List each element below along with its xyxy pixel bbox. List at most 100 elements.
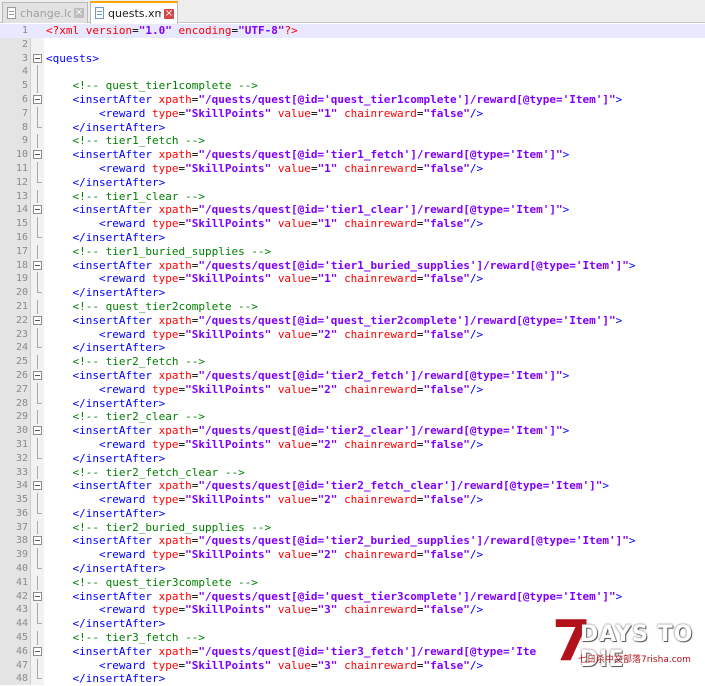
code-line[interactable]: 22 <insertAfter xpath="/quests/quest[@id… (0, 314, 705, 328)
code-line[interactable]: 26 <insertAfter xpath="/quests/quest[@id… (0, 369, 705, 383)
code-line[interactable]: 2 (0, 38, 705, 52)
code-line[interactable]: 5 <!-- quest_tier1complete --> (0, 79, 705, 93)
fold-toggle-icon[interactable] (33, 369, 42, 383)
fold-toggle-icon[interactable] (33, 148, 42, 162)
code-line[interactable]: 24 </insertAfter> (0, 341, 705, 355)
token-attr: type (151, 493, 179, 507)
code-line[interactable]: 42 <insertAfter xpath="/quests/quest[@id… (0, 590, 705, 604)
fold-toggle-icon[interactable] (33, 52, 42, 66)
code-line[interactable]: 17 <!-- tier1_buried_supplies --> (0, 244, 705, 259)
fold-line-icon (33, 520, 42, 535)
code-line[interactable]: 23 <reward type="SkillPoints" value="2" … (0, 327, 705, 342)
code-line[interactable]: 36 </insertAfter> (0, 506, 705, 521)
code-line[interactable]: 16 </insertAfter> (0, 230, 705, 245)
code-line[interactable]: 30 <insertAfter xpath="/quests/quest[@id… (0, 424, 705, 438)
fold-empty (33, 24, 42, 38)
line-number: 34 (15, 480, 28, 492)
token-tag: <reward (98, 161, 152, 175)
code-line[interactable]: 21 <!-- quest_tier2complete --> (0, 299, 705, 314)
fold-end-icon (33, 672, 42, 686)
code-line[interactable]: 33 <!-- tier2_fetch_clear --> (0, 465, 705, 480)
fold-line-icon (33, 493, 42, 507)
close-icon[interactable]: × (74, 8, 84, 18)
fold-toggle-icon[interactable] (33, 645, 42, 659)
code-line[interactable]: 34 <insertAfter xpath="/quests/quest[@id… (0, 479, 705, 493)
code-line[interactable]: 32 </insertAfter> (0, 451, 705, 466)
line-number: 6 (21, 93, 28, 105)
code-line[interactable]: 18 <insertAfter xpath="/quests/quest[@id… (0, 259, 705, 273)
fold-toggle-icon[interactable] (33, 203, 42, 217)
code-line[interactable]: 3 <quests> (0, 52, 705, 66)
code-line[interactable]: 48 </insertAfter> (0, 672, 705, 686)
token-val: "/quests/quest[@id='tier1_fetch']/reward… (198, 148, 563, 162)
token-tag: </insertAfter> (72, 562, 166, 576)
code-line[interactable]: 12 </insertAfter> (0, 175, 705, 190)
token-tag: > (562, 368, 570, 382)
code-line[interactable]: 11 <reward type="SkillPoints" value="1" … (0, 161, 705, 176)
code-lines[interactable]: 1 <?xml version="1.0" encoding="UTF-8"?> 2… (0, 24, 705, 686)
token-val: "SkillPoints" (185, 658, 272, 672)
line-number: 39 (15, 549, 28, 561)
fold-toggle-icon[interactable] (33, 590, 42, 604)
code-line[interactable]: 29 <!-- tier2_clear --> (0, 410, 705, 425)
token-txt: = (416, 603, 424, 617)
line-number: 25 (15, 356, 28, 368)
token-attr: xpath (158, 424, 192, 438)
code-line[interactable]: 38 <insertAfter xpath="/quests/quest[@id… (0, 534, 705, 548)
code-line[interactable]: 10 <insertAfter xpath="/quests/quest[@id… (0, 148, 705, 162)
token-tag: </insertAfter> (72, 617, 166, 631)
token-tag: /> (469, 493, 484, 507)
code-line[interactable]: 28 </insertAfter> (0, 396, 705, 411)
fold-toggle-icon[interactable] (33, 424, 42, 438)
token-val: "false" (423, 272, 470, 286)
fold-toggle-icon[interactable] (33, 259, 42, 273)
tab-change-log[interactable]: change.log × (2, 2, 88, 23)
code-line[interactable]: 13 <!-- tier1_clear --> (0, 189, 705, 204)
token-attr: value (277, 493, 311, 507)
code-line[interactable]: 15 <reward type="SkillPoints" value="1" … (0, 217, 705, 231)
code-line[interactable]: 4 (0, 65, 705, 80)
token-tag: /> (469, 603, 484, 617)
token-com: <!-- tier3_fetch --> (72, 631, 205, 645)
code-line[interactable]: 9 <!-- tier1_fetch --> (0, 134, 705, 149)
file-icon (94, 7, 105, 20)
code-line[interactable]: 40 </insertAfter> (0, 562, 705, 576)
line-number: 22 (15, 314, 28, 326)
code-editor[interactable]: 1 <?xml version="1.0" encoding="UTF-8"?> 2… (0, 24, 705, 685)
code-line[interactable]: 1 <?xml version="1.0" encoding="UTF-8"?> (0, 24, 705, 38)
code-line[interactable]: 19 <reward type="SkillPoints" value="1" … (0, 272, 705, 287)
code-line[interactable]: 35 <reward type="SkillPoints" value="2" … (0, 493, 705, 507)
token-txt: = (310, 437, 318, 451)
code-text: <reward type="SkillPoints" value="1" cha… (46, 217, 483, 231)
code-line[interactable]: 31 <reward type="SkillPoints" value="2" … (0, 437, 705, 452)
token-val: "false" (423, 161, 470, 175)
fold-toggle-icon[interactable] (33, 314, 42, 328)
code-line[interactable]: 41 <!-- quest_tier3complete --> (0, 575, 705, 590)
close-icon[interactable]: × (164, 8, 174, 19)
code-line[interactable]: 14 <insertAfter xpath="/quests/quest[@id… (0, 203, 705, 217)
code-line[interactable]: 39 <reward type="SkillPoints" value="2" … (0, 548, 705, 563)
code-line[interactable]: 37 <!-- tier2_buried_supplies --> (0, 520, 705, 535)
line-number: 21 (15, 300, 28, 312)
code-line[interactable]: 8 </insertAfter> (0, 120, 705, 135)
fold-toggle-icon[interactable] (33, 534, 42, 548)
fold-toggle-icon[interactable] (33, 479, 42, 493)
line-number: 23 (15, 328, 28, 340)
tab-quests-xml[interactable]: quests.xml × (90, 1, 178, 24)
code-line[interactable]: 7 <reward type="SkillPoints" value="1" c… (0, 106, 705, 121)
fold-toggle-icon[interactable] (33, 93, 42, 107)
code-line[interactable]: 6 <insertAfter xpath="/quests/quest[@id=… (0, 93, 705, 107)
token-attr: xpath (158, 534, 192, 548)
code-line[interactable]: 27 <reward type="SkillPoints" value="2" … (0, 382, 705, 397)
code-line[interactable]: 25 <!-- tier2_fetch --> (0, 355, 705, 369)
code-text: <insertAfter xpath="/quests/quest[@id='t… (46, 479, 609, 493)
code-line[interactable]: 20 </insertAfter> (0, 286, 705, 300)
